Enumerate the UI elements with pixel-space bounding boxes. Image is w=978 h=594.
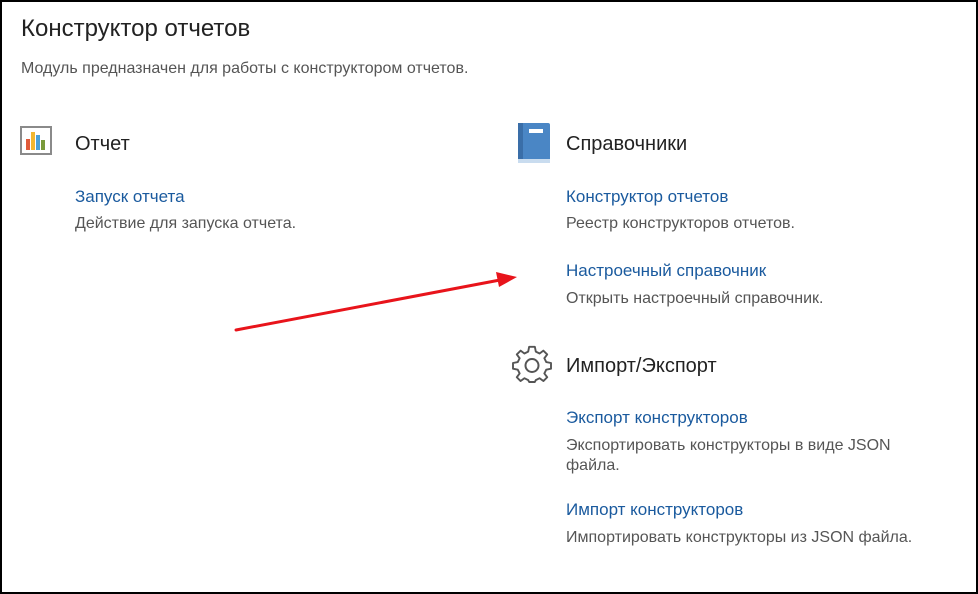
section-import-export-title: Импорт/Экспорт [566,355,717,377]
section-report-header: Отчет [75,133,130,156]
section-references-header: Справочники [566,133,687,156]
export-constructors-desc: Экспортировать конструкторы в виде JSON … [566,436,891,476]
book-icon [516,122,552,169]
settings-reference-desc: Открыть настроечный справочник. [566,290,824,307]
section-import-export-header: Импорт/Экспорт [566,355,717,378]
settings-reference-link[interactable]: Настроечный справочник [566,261,766,281]
section-report-title: Отчет [75,133,130,155]
export-constructors-desc-line2: файла. [566,457,620,474]
page-subtitle: Модуль предназначен для работы с констру… [21,60,469,77]
run-report-desc: Действие для запуска отчета. [75,215,297,232]
import-constructors-desc: Импортировать конструкторы из JSON файла… [566,529,913,546]
run-report-link[interactable]: Запуск отчета [75,187,185,207]
export-constructors-desc-line1: Экспортировать конструкторы в виде JSON [566,437,891,454]
report-constructor-link[interactable]: Конструктор отчетов [566,187,728,207]
gear-icon [512,345,552,390]
report-constructor-desc: Реестр конструкторов отчетов. [566,215,795,232]
import-constructors-link[interactable]: Импорт конструкторов [566,500,743,520]
bar-chart-icon [20,126,52,161]
export-constructors-link[interactable]: Экспорт конструкторов [566,408,748,428]
section-references-title: Справочники [566,133,688,155]
page-frame: Конструктор отчетов Модуль предназначен … [0,0,978,594]
page-title: Конструктор отчетов [21,15,251,42]
